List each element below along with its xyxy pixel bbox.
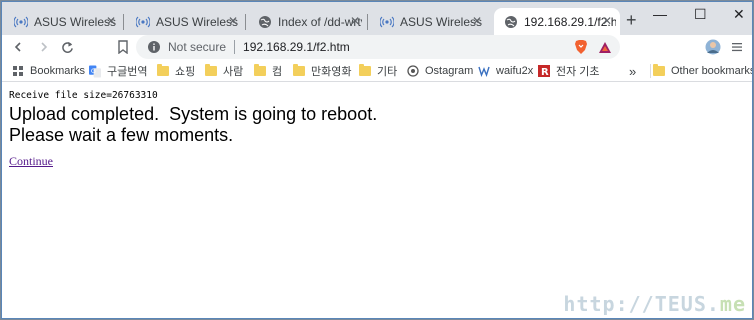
address-bar[interactable]: Not secure 192.168.29.1/f2.htm — [136, 35, 620, 59]
arrow-right-icon — [41, 42, 48, 52]
bookmark-label: Other bookmarks — [671, 65, 753, 77]
watermark: http://TEUS.me — [563, 292, 746, 316]
bookmark-label: Ostagram — [425, 65, 474, 77]
bookmarks-bar: Bookmarks G 구글번역 쇼핑 사람 컴 만화영화 기타 Ostagra… — [2, 60, 752, 82]
folder-icon — [157, 64, 169, 77]
google-translate-icon: G — [89, 65, 101, 77]
bookmark-label: Bookmarks — [30, 65, 86, 77]
info-icon[interactable] — [146, 39, 162, 55]
folder-icon — [359, 64, 371, 77]
bookmarks-overflow-button[interactable]: » — [629, 63, 636, 79]
wireless-icon — [380, 15, 394, 29]
bookmark-item[interactable]: R 전자 기초 — [538, 63, 600, 79]
waifu2x-icon — [478, 65, 490, 77]
browser-window: ASUS Wireless Rou ✕ ASUS Wireless Rou ✕ … — [1, 1, 753, 319]
please-wait-line: Please wait a few moments. — [9, 125, 234, 145]
bookmark-item[interactable]: waifu2x — [478, 63, 533, 79]
bookmark-label: 사람 — [223, 66, 244, 78]
folder-icon — [205, 64, 217, 77]
bookmark-item[interactable]: G 구글번역 — [89, 63, 147, 79]
globe-icon — [504, 15, 518, 29]
upload-completed-line: Upload completed. System is going to reb… — [9, 104, 378, 124]
tab-index[interactable]: Index of /dd-wrtv2 ✕ — [248, 8, 368, 35]
reboot-message: Upload completed. System is going to reb… — [9, 104, 377, 146]
bookmark-item[interactable]: 컴 — [254, 63, 282, 79]
watermark-main: http://TEUS. — [563, 292, 720, 316]
wireless-icon — [14, 15, 28, 29]
arrow-left-icon — [14, 42, 21, 52]
bat-rewards-icon[interactable] — [596, 38, 614, 56]
bookmark-item[interactable]: 기타 — [359, 63, 397, 79]
bookmark-label: 구글번역 — [107, 66, 148, 78]
folder-icon — [254, 64, 266, 77]
maximize-button[interactable]: ☐ — [694, 6, 707, 23]
other-bookmarks-folder[interactable]: Other bookmarks — [653, 63, 753, 79]
close-tab-icon[interactable]: ✕ — [472, 14, 482, 28]
back-button[interactable] — [10, 38, 28, 56]
bookmarks-divider — [650, 64, 651, 78]
reload-button[interactable] — [58, 38, 76, 56]
new-tab-button[interactable]: + — [626, 11, 637, 29]
bookmark-item[interactable]: 만화영화 — [293, 63, 351, 79]
bookmark-label: 컴 — [272, 66, 283, 78]
close-tab-icon[interactable]: ✕ — [228, 14, 238, 28]
tab-separator — [123, 14, 124, 30]
omnibox-divider — [234, 40, 236, 54]
navigation-toolbar: Not secure 192.168.29.1/f2.htm — [2, 35, 752, 59]
bookmark-star-icon[interactable] — [114, 38, 132, 56]
profile-avatar-icon[interactable] — [704, 38, 722, 56]
svg-text:R: R — [541, 67, 549, 77]
bookmark-item[interactable]: Bookmarks — [12, 63, 85, 79]
folder-icon — [653, 64, 665, 77]
folder-icon — [293, 64, 305, 77]
tab-separator — [245, 14, 246, 30]
close-tab-icon[interactable]: ✕ — [602, 14, 612, 28]
forward-button[interactable] — [34, 38, 52, 56]
bookmarks-grid-icon — [12, 65, 24, 77]
continue-link[interactable]: Continue — [9, 154, 53, 169]
tab-asus-2[interactable]: ASUS Wireless Rou ✕ — [126, 8, 246, 35]
bookmark-label: waifu2x — [496, 65, 534, 77]
bookmark-item[interactable]: 사람 — [205, 63, 243, 79]
globe-icon — [258, 15, 272, 29]
r-logo-icon: R — [538, 65, 550, 77]
watermark-tld: me — [719, 292, 746, 316]
bookmark-label: 기타 — [377, 66, 398, 78]
receive-file-size-text: Receive file size=26763310 — [9, 90, 158, 101]
page-content: Receive file size=26763310 Upload comple… — [2, 84, 752, 318]
reload-icon — [61, 41, 73, 53]
menu-icon[interactable] — [728, 38, 746, 56]
brave-shield-icon[interactable] — [572, 38, 590, 56]
bookmark-item[interactable]: Ostagram — [407, 63, 473, 79]
tab-active[interactable]: 192.168.29.1/f2.htm ✕ — [494, 8, 620, 35]
bookmark-label: 쇼핑 — [175, 66, 196, 78]
tab-strip: ASUS Wireless Rou ✕ ASUS Wireless Rou ✕ … — [2, 2, 752, 35]
close-tab-icon[interactable]: ✕ — [350, 14, 360, 28]
wireless-icon — [136, 15, 150, 29]
bookmark-label: 만화영화 — [311, 66, 352, 78]
tab-separator — [367, 14, 368, 30]
tab-asus-1[interactable]: ASUS Wireless Rou ✕ — [4, 8, 124, 35]
close-window-button[interactable]: ✕ — [733, 6, 745, 23]
close-tab-icon[interactable]: ✕ — [106, 14, 116, 28]
minimize-button[interactable]: — — [653, 6, 667, 22]
ostagram-icon — [407, 65, 419, 77]
tab-asus-3[interactable]: ASUS Wireless Rou ✕ — [370, 8, 490, 35]
svg-text:G: G — [91, 66, 96, 74]
url-text[interactable]: 192.168.29.1/f2.htm — [243, 40, 350, 54]
bookmark-item[interactable]: 쇼핑 — [157, 63, 195, 79]
bookmark-label: 전자 기초 — [556, 66, 600, 78]
security-label: Not secure — [168, 40, 227, 54]
